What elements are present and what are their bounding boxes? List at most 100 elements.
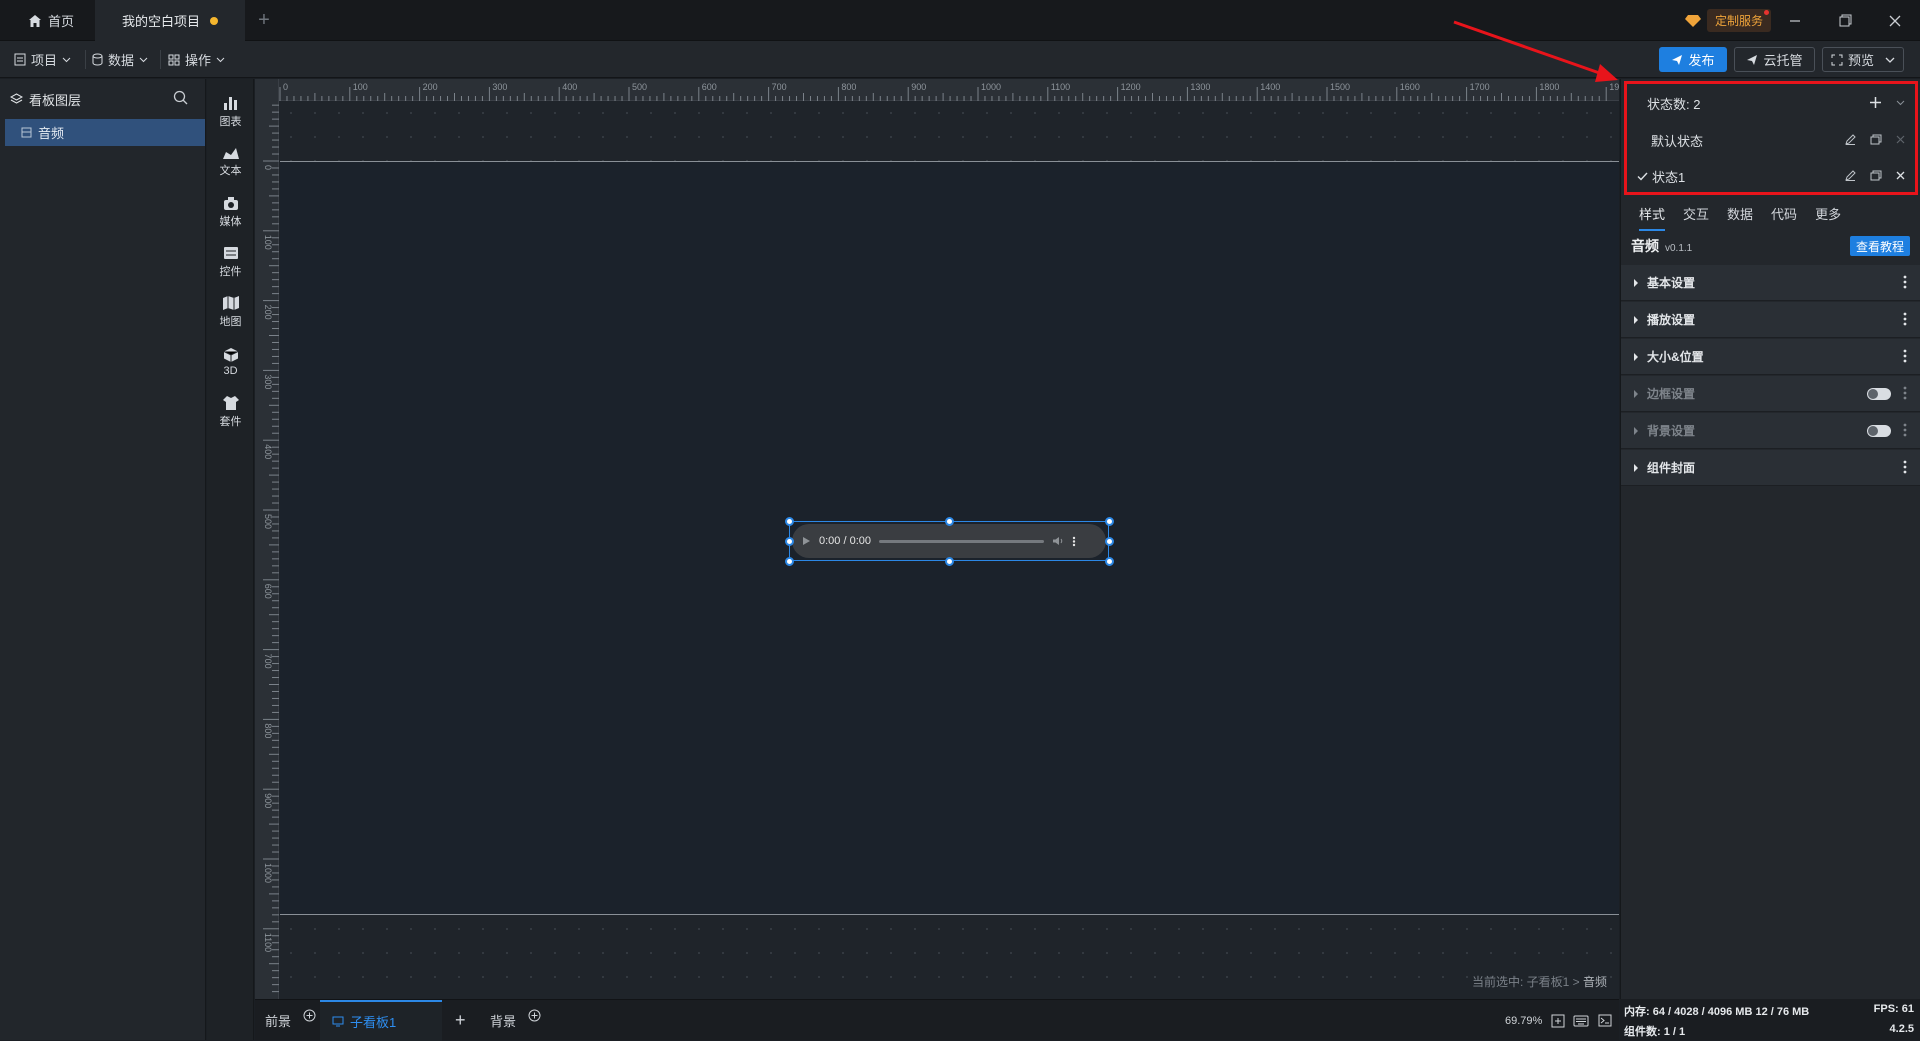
restore-button[interactable] bbox=[1820, 0, 1870, 41]
layers-panel: 看板图层 音频 bbox=[0, 79, 206, 1040]
ruler-label: 1100 bbox=[263, 933, 273, 952]
resize-handle[interactable] bbox=[945, 557, 954, 566]
canvas-area[interactable]: 0 100 200 300 400 500 600 700 800 900 1000 1100 1200… bbox=[255, 79, 1619, 999]
resize-handle[interactable] bbox=[785, 517, 794, 526]
tab-code[interactable]: 代码 bbox=[1771, 204, 1797, 223]
more-vertical-icon[interactable] bbox=[1903, 312, 1907, 326]
ruler-label: 0 bbox=[283, 82, 288, 92]
component-label: 图表 bbox=[219, 116, 242, 128]
keyboard-button[interactable] bbox=[1573, 1000, 1589, 1041]
volume-icon[interactable] bbox=[1052, 536, 1064, 546]
layer-search-button[interactable] bbox=[173, 90, 188, 105]
close-window-button[interactable] bbox=[1870, 0, 1920, 41]
tab-interaction[interactable]: 交互 bbox=[1683, 204, 1709, 223]
section-label: 播放设置 bbox=[1647, 313, 1696, 327]
copy-icon[interactable] bbox=[1870, 170, 1882, 181]
state-item-default[interactable]: 默认状态 bbox=[1627, 122, 1915, 158]
audio-component[interactable]: 0:00 / 0:00 bbox=[785, 517, 1114, 566]
background-toggle[interactable] bbox=[1867, 425, 1891, 437]
status-path: 子看板1 bbox=[1526, 975, 1570, 989]
edit-icon[interactable] bbox=[1845, 134, 1856, 145]
kit-icon bbox=[222, 396, 239, 410]
section-background[interactable]: 背景设置 bbox=[1621, 413, 1920, 449]
delete-icon[interactable] bbox=[1896, 171, 1905, 180]
zoom-level[interactable]: 69.79% bbox=[1505, 1000, 1542, 1041]
component-label: 媒体 bbox=[219, 216, 242, 228]
layers-header: 看板图层 bbox=[10, 89, 196, 109]
edit-icon[interactable] bbox=[1845, 170, 1856, 181]
tab-project-label: 我的空白项目 bbox=[121, 14, 200, 29]
tab-home[interactable]: 首页 bbox=[12, 0, 90, 41]
caret-right-icon bbox=[1634, 389, 1638, 398]
border-toggle[interactable] bbox=[1867, 388, 1891, 400]
add-circle-icon[interactable] bbox=[303, 1009, 316, 1022]
minimize-button[interactable] bbox=[1770, 0, 1820, 41]
state-actions bbox=[1845, 170, 1905, 181]
resize-handle[interactable] bbox=[785, 537, 794, 546]
caret-right-icon bbox=[1634, 352, 1638, 361]
tab-background[interactable]: 背景 bbox=[490, 1000, 541, 1041]
component-text[interactable]: 文本 bbox=[207, 137, 254, 187]
menu-data[interactable]: 数据 bbox=[92, 41, 148, 78]
tab-data[interactable]: 数据 bbox=[1727, 204, 1753, 223]
delete-icon[interactable] bbox=[1896, 135, 1905, 144]
resize-handle[interactable] bbox=[1105, 557, 1114, 566]
more-vertical-icon[interactable] bbox=[1903, 349, 1907, 363]
copy-icon[interactable] bbox=[1870, 134, 1882, 145]
console-button[interactable] bbox=[1598, 1000, 1612, 1041]
more-vertical-icon[interactable] bbox=[1903, 460, 1907, 474]
menu-operate[interactable]: 操作 bbox=[168, 41, 225, 78]
caret-right-icon bbox=[1634, 278, 1638, 287]
section-basic[interactable]: 基本设置 bbox=[1621, 265, 1920, 301]
ruler-label: 1400 bbox=[1260, 82, 1280, 92]
component-kit[interactable]: 套件 bbox=[207, 387, 254, 437]
section-label: 大小&位置 bbox=[1647, 350, 1704, 364]
layer-item-audio[interactable]: 音频 bbox=[5, 119, 205, 146]
state-item-1[interactable]: 状态1 bbox=[1627, 158, 1915, 194]
app-version: 4.2.5 bbox=[1889, 1023, 1914, 1035]
tab-subboard-1[interactable]: 子看板1 bbox=[320, 1000, 442, 1041]
section-cover[interactable]: 组件封面 bbox=[1621, 450, 1920, 486]
tab-more[interactable]: 更多 bbox=[1815, 204, 1841, 223]
preview-button[interactable]: 预览 bbox=[1822, 47, 1904, 72]
section-size-position[interactable]: 大小&位置 bbox=[1621, 339, 1920, 375]
new-tab-button[interactable]: + bbox=[246, 0, 282, 41]
component-map[interactable]: 地图 bbox=[207, 287, 254, 337]
tab-style[interactable]: 样式 bbox=[1639, 204, 1666, 231]
add-circle-icon[interactable] bbox=[528, 1009, 541, 1022]
audio-progress-track[interactable] bbox=[879, 539, 1044, 543]
chevron-down-icon bbox=[1885, 57, 1895, 63]
resize-handle[interactable] bbox=[1105, 537, 1114, 546]
tab-project[interactable]: 我的空白项目 bbox=[95, 0, 245, 41]
cloud-hosting-button[interactable]: 云托管 bbox=[1734, 47, 1815, 72]
grid-icon bbox=[168, 54, 180, 65]
custom-service-button[interactable]: 定制服务 bbox=[1685, 9, 1772, 32]
more-vertical-icon[interactable] bbox=[1072, 536, 1076, 547]
section-border[interactable]: 边框设置 bbox=[1621, 376, 1920, 412]
tutorial-button[interactable]: 查看教程 bbox=[1850, 236, 1910, 256]
more-vertical-icon[interactable] bbox=[1903, 423, 1907, 437]
publish-button[interactable]: 发布 bbox=[1659, 47, 1727, 72]
add-subboard-button[interactable]: + bbox=[455, 1000, 466, 1041]
ruler-label: 1000 bbox=[981, 82, 1001, 92]
layers-icon bbox=[10, 93, 23, 104]
component-3d[interactable]: 3D bbox=[207, 337, 254, 387]
ruler-label: 100 bbox=[263, 235, 273, 250]
more-vertical-icon[interactable] bbox=[1903, 386, 1907, 400]
menu-project[interactable]: 项目 bbox=[14, 41, 71, 78]
section-playback[interactable]: 播放设置 bbox=[1621, 302, 1920, 338]
component-chart[interactable]: 图表 bbox=[207, 87, 254, 137]
audio-player[interactable]: 0:00 / 0:00 bbox=[792, 524, 1106, 558]
resize-handle[interactable] bbox=[945, 517, 954, 526]
tab-foreground[interactable]: 前景 bbox=[265, 1000, 316, 1041]
component-media[interactable]: 媒体 bbox=[207, 187, 254, 237]
chevron-down-icon[interactable] bbox=[1896, 100, 1905, 106]
add-state-icon[interactable] bbox=[1869, 96, 1882, 109]
layer-item-label: 音频 bbox=[38, 126, 65, 141]
component-widget[interactable]: 控件 bbox=[207, 237, 254, 287]
resize-handle[interactable] bbox=[785, 557, 794, 566]
resize-handle[interactable] bbox=[1105, 517, 1114, 526]
more-vertical-icon[interactable] bbox=[1903, 275, 1907, 289]
play-icon[interactable] bbox=[802, 536, 811, 546]
fit-screen-button[interactable] bbox=[1551, 1000, 1565, 1041]
